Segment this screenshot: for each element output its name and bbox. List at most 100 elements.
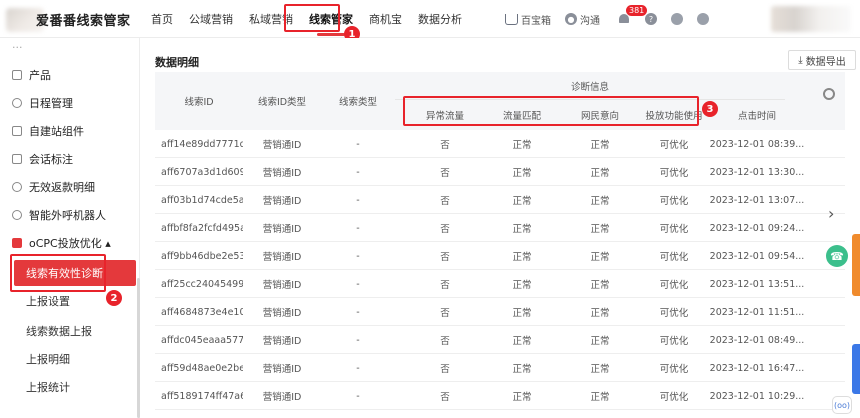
cell-usage: 可优化 bbox=[659, 224, 689, 235]
col-delivery-usage: 投放功能使用 bbox=[645, 111, 703, 122]
goutong-button[interactable]: ● 沟通 bbox=[565, 12, 600, 27]
table-row[interactable]: affdc045eaaa577... 营销通ID - 否 正常 正常 可优化 2… bbox=[155, 326, 845, 354]
sidebar-item-label: oCPC投放优化 ▴ bbox=[29, 237, 111, 250]
cell-usage: 可优化 bbox=[659, 252, 689, 263]
sidebar-item-label: 会话标注 bbox=[29, 153, 73, 166]
cell-lead-id: aff03b1d74cde5a... bbox=[161, 194, 243, 206]
cell-id-type: 营销通ID bbox=[262, 252, 302, 263]
bell-icon: 381 bbox=[618, 4, 648, 26]
pen-icon bbox=[12, 154, 22, 164]
cell-click-time: 2023-12-01 08:49... bbox=[709, 334, 805, 346]
cell-match: 正常 bbox=[512, 196, 532, 207]
side-tab-blue[interactable] bbox=[852, 344, 860, 394]
cell-usage: 可优化 bbox=[659, 336, 689, 347]
notification-badge: 381 bbox=[626, 4, 648, 16]
cell-abnormal: 否 bbox=[440, 168, 450, 179]
sidebar-item-site-components[interactable]: 自建站组件 bbox=[0, 118, 140, 144]
nav-opportunity[interactable]: 商机宝 bbox=[361, 0, 410, 38]
sidebar-sub-report-detail[interactable]: 上报明细 bbox=[0, 346, 140, 372]
cell-click-time: 2023-12-01 13:07... bbox=[709, 194, 805, 206]
notification-button[interactable]: 381 bbox=[618, 4, 648, 26]
cell-intent: 正常 bbox=[590, 224, 610, 235]
nav-private-marketing[interactable]: 私域营销 bbox=[241, 0, 301, 38]
cell-usage: 可优化 bbox=[659, 168, 689, 179]
table-row[interactable]: aff25cc24045499... 营销通ID - 否 正常 正常 可优化 2… bbox=[155, 270, 845, 298]
sidebar-item-ocpc[interactable]: oCPC投放优化 ▴ bbox=[0, 230, 140, 256]
cell-intent: 正常 bbox=[590, 252, 610, 263]
cell-click-time: 2023-12-01 09:54... bbox=[709, 250, 805, 262]
sidebar-item-schedule[interactable]: 日程管理 bbox=[0, 90, 140, 116]
sidebar-item-product[interactable]: 产品 bbox=[0, 62, 140, 88]
logo-text: 爱番番线索管家 bbox=[36, 13, 131, 29]
sidebar-sub-lead-diagnosis[interactable]: 线索有效性诊断 bbox=[14, 260, 136, 286]
cell-usage: 可优化 bbox=[659, 308, 689, 319]
cell-click-time: 2023-12-01 08:39... bbox=[709, 138, 805, 150]
scroll-right-chevron-icon[interactable]: › bbox=[828, 204, 834, 223]
cell-click-time: 2023-12-01 11:51... bbox=[709, 306, 805, 318]
table-row[interactable]: aff5189174ff47a6... 营销通ID - 否 正常 正常 可优化 … bbox=[155, 382, 845, 410]
nav-data-analysis[interactable]: 数据分析 bbox=[410, 0, 470, 38]
table-row[interactable]: aff03b1d74cde5a... 营销通ID - 否 正常 正常 可优化 2… bbox=[155, 186, 845, 214]
table-row[interactable]: aff14e89dd7771d... 营销通ID - 否 正常 正常 可优化 2… bbox=[155, 130, 845, 158]
cell-abnormal: 否 bbox=[440, 252, 450, 263]
sidebar-sub-lead-data-report[interactable]: 线索数据上报 bbox=[0, 318, 140, 344]
cell-abnormal: 否 bbox=[440, 392, 450, 403]
cell-lead-type: - bbox=[356, 138, 360, 150]
export-button[interactable]: ⤓ 数据导出 bbox=[788, 50, 856, 70]
sidebar-item-session-annotation[interactable]: 会话标注 bbox=[0, 146, 140, 172]
logo[interactable]: 爱番番线索管家 bbox=[6, 6, 136, 32]
sidebar-sub-report-stats[interactable]: 上报统计 bbox=[0, 374, 140, 400]
cell-id-type: 营销通ID bbox=[262, 140, 302, 151]
customer-service-icon[interactable]: (oo) bbox=[832, 396, 852, 414]
cell-lead-id: aff14e89dd7771d... bbox=[161, 138, 243, 150]
phone-icon: ☎ bbox=[830, 249, 844, 263]
nav-public-marketing[interactable]: 公域营销 bbox=[181, 0, 241, 38]
sidebar-item-call-robot[interactable]: 智能外呼机器人 bbox=[0, 202, 140, 228]
cell-id-type: 营销通ID bbox=[262, 308, 302, 319]
cell-lead-id: aff59d48ae0e2be... bbox=[161, 362, 243, 374]
side-tab-orange[interactable] bbox=[852, 234, 860, 296]
cell-lead-id: affbf8fa2fcfd495a... bbox=[161, 222, 243, 234]
table-row[interactable]: aff9bb46dbe2e53... 营销通ID - 否 正常 正常 可优化 2… bbox=[155, 242, 845, 270]
cell-intent: 正常 bbox=[590, 280, 610, 291]
col-traffic-match: 流量匹配 bbox=[502, 111, 541, 122]
settings-button[interactable] bbox=[671, 13, 683, 25]
table-row[interactable]: aff59d48ae0e2be... 营销通ID - 否 正常 正常 可优化 2… bbox=[155, 354, 845, 382]
box-icon bbox=[12, 70, 22, 80]
cell-match: 正常 bbox=[512, 280, 532, 291]
help-button[interactable]: ? bbox=[645, 13, 657, 25]
help-icon: ? bbox=[645, 13, 657, 25]
cell-match: 正常 bbox=[512, 140, 532, 151]
cell-click-time: 2023-12-01 09:24... bbox=[709, 222, 805, 234]
cell-lead-id: aff9bb46dbe2e53... bbox=[161, 250, 243, 262]
baibaoxiang-label: 百宝箱 bbox=[521, 15, 551, 27]
cell-match: 正常 bbox=[512, 168, 532, 179]
cell-abnormal: 否 bbox=[440, 308, 450, 319]
table-row[interactable]: aff4684873e4e10... 营销通ID - 否 正常 正常 可优化 2… bbox=[155, 298, 845, 326]
cell-intent: 正常 bbox=[590, 140, 610, 151]
sidebar-item-label: 无效返款明细 bbox=[29, 181, 95, 194]
cell-lead-id: affdc045eaaa577... bbox=[161, 334, 243, 346]
cell-lead-type: - bbox=[356, 250, 360, 262]
sidebar-top-cut: ··· bbox=[12, 40, 23, 54]
cell-click-time: 2023-12-01 10:29... bbox=[709, 390, 805, 402]
baibaoxiang-button[interactable]: 百宝箱 bbox=[505, 12, 551, 27]
cell-lead-id: aff4684873e4e10... bbox=[161, 306, 243, 318]
sidebar-item-invalid-refund[interactable]: 无效返款明细 bbox=[0, 174, 140, 200]
calendar-icon bbox=[12, 98, 22, 108]
cart-icon bbox=[505, 13, 518, 25]
table-row[interactable]: aff6707a3d1d609... 营销通ID - 否 正常 正常 可优化 2… bbox=[155, 158, 845, 186]
cell-lead-type: - bbox=[356, 390, 360, 402]
col-abnormal-traffic: 异常流量 bbox=[425, 111, 464, 122]
nav-home[interactable]: 首页 bbox=[143, 0, 181, 38]
cell-lead-type: - bbox=[356, 362, 360, 374]
more-button[interactable] bbox=[697, 13, 709, 25]
table-row[interactable]: affbf8fa2fcfd495a... 营销通ID - 否 正常 正常 可优化… bbox=[155, 214, 845, 242]
cell-match: 正常 bbox=[512, 252, 532, 263]
cell-id-type: 营销通ID bbox=[262, 336, 302, 347]
cell-intent: 正常 bbox=[590, 364, 610, 375]
phone-float-button[interactable]: ☎ bbox=[826, 245, 848, 267]
column-settings-gear-icon[interactable] bbox=[823, 88, 835, 100]
user-avatar[interactable] bbox=[771, 6, 851, 32]
cell-usage: 可优化 bbox=[659, 140, 689, 151]
